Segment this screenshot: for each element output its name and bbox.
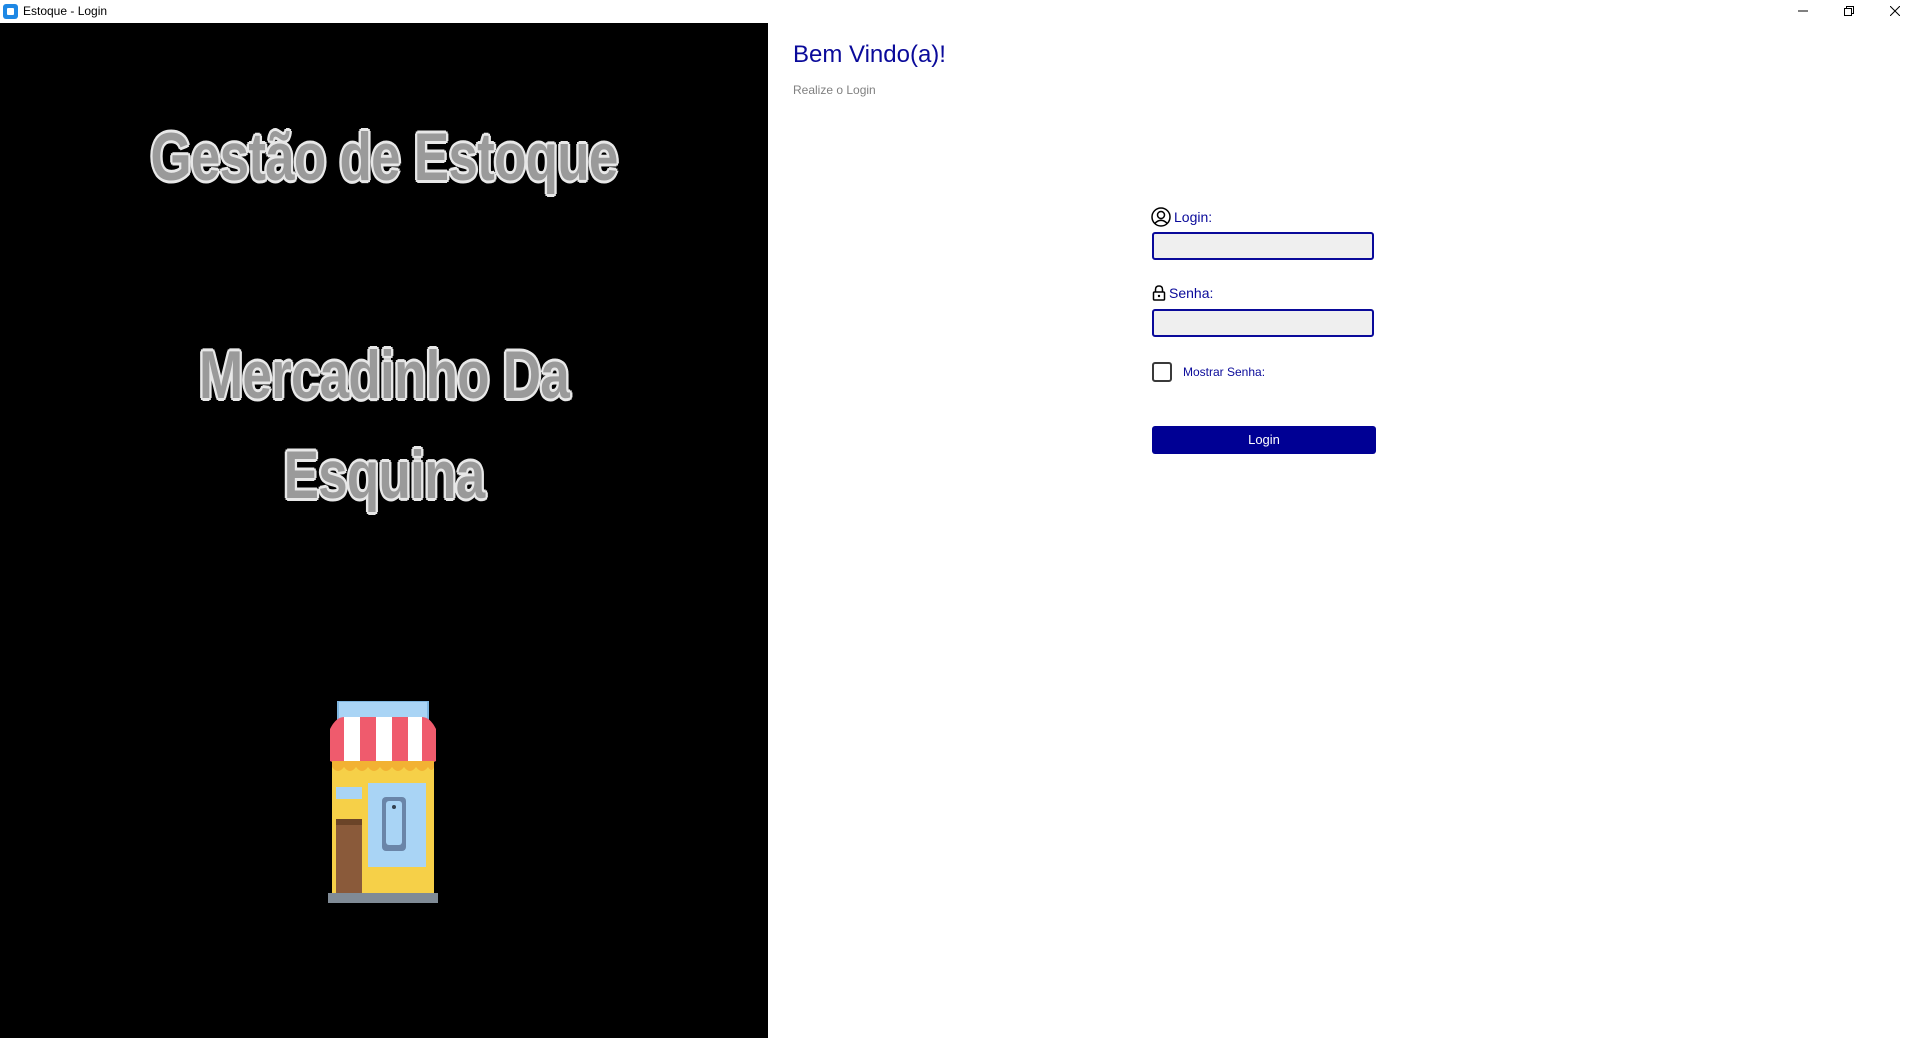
- login-label: Login:: [1151, 207, 1212, 227]
- login-input[interactable]: [1152, 232, 1374, 260]
- show-password-label[interactable]: Mostrar Senha:: [1183, 364, 1265, 380]
- title-bar: Estoque - Login: [0, 0, 1920, 23]
- senha-label: Senha:: [1152, 284, 1213, 302]
- welcome-subtitle: Realize o Login: [793, 83, 876, 97]
- headline-store-name-line2: Esquina: [283, 437, 486, 513]
- user-circle-icon: [1151, 207, 1171, 227]
- login-button[interactable]: Login: [1152, 426, 1376, 454]
- welcome-title: Bem Vindo(a)!: [793, 41, 946, 68]
- minimize-icon: [1798, 10, 1808, 12]
- minimize-button[interactable]: [1780, 0, 1826, 22]
- headline-store-name: Mercadinho Da Esquina: [84, 325, 683, 525]
- headline-store-name-line1: Mercadinho Da: [198, 337, 570, 413]
- restore-button[interactable]: [1826, 0, 1872, 22]
- show-password-checkbox[interactable]: [1152, 362, 1172, 382]
- senha-input[interactable]: [1152, 309, 1374, 337]
- headline-system-name: Gestão de Estoque: [150, 119, 618, 195]
- login-label-text: Login:: [1174, 209, 1213, 225]
- window-title: Estoque - Login: [23, 4, 108, 18]
- close-button[interactable]: [1872, 0, 1918, 22]
- app-window: Estoque - Login Gestão de Estoque Mercad…: [0, 0, 1920, 1038]
- show-password-row: Mostrar Senha:: [1152, 362, 1265, 382]
- restore-icon: [1844, 6, 1854, 16]
- branding-panel: Gestão de Estoque Mercadinho Da Esquina: [0, 23, 768, 1038]
- lock-icon: [1152, 285, 1166, 301]
- store-icon: [328, 701, 438, 903]
- close-icon: [1890, 6, 1900, 16]
- app-icon: [3, 4, 18, 19]
- senha-label-text: Senha:: [1169, 285, 1214, 301]
